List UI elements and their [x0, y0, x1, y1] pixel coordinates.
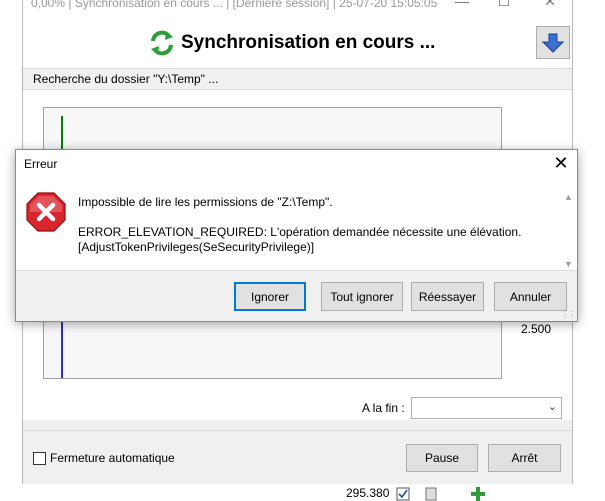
error-message-line1: Impossible de lire les permissions de "Z…: [78, 195, 333, 209]
maximize-button[interactable]: ☐: [489, 0, 519, 10]
chevron-down-icon: ⌄: [547, 401, 557, 413]
scroll-down-icon[interactable]: ▼: [564, 259, 573, 269]
error-message-line2: ERROR_ELEVATION_REQUIRED: L'opération de…: [78, 225, 522, 239]
file-icon: [425, 487, 437, 501]
underlying-window-strip: 295.380: [340, 484, 520, 501]
window-close-button[interactable]: ✕: [535, 0, 565, 10]
collapse-button[interactable]: [536, 26, 570, 59]
auto-close-label: Fermeture automatique: [50, 451, 175, 465]
graph-side-value: 2.500: [521, 322, 552, 336]
underlying-number: 295.380: [346, 486, 390, 500]
main-window-title: 0,00% | Synchronisation en cours ... | […: [31, 0, 438, 10]
error-dialog: Erreur ✕ Impossible de lire les permissi…: [15, 149, 578, 322]
cancel-button[interactable]: Annuler: [494, 282, 567, 311]
ignore-button[interactable]: Ignorer: [234, 282, 306, 311]
header-area: Synchronisation en cours ...: [23, 12, 572, 68]
arrow-down-icon: [542, 33, 564, 53]
status-text: Recherche du dossier "Y:\Temp" ...: [33, 72, 219, 86]
dialog-title: Erreur: [24, 157, 58, 171]
pause-button[interactable]: Pause: [406, 444, 478, 472]
auto-close-option[interactable]: Fermeture automatique: [33, 451, 175, 465]
resize-grip-icon[interactable]: ⋮⋮: [561, 310, 576, 319]
stop-button[interactable]: Arrêt: [488, 444, 561, 472]
header-title-text: Synchronisation en cours ...: [181, 32, 436, 53]
sync-arrows-icon: [151, 30, 173, 56]
checkbox-icon: [396, 487, 410, 501]
on-finish-select[interactable]: ⌄: [411, 397, 562, 419]
error-x-icon: [26, 192, 66, 232]
ignore-all-button[interactable]: Tout ignorer: [321, 282, 403, 311]
status-line: Recherche du dossier "Y:\Temp" ...: [23, 68, 572, 90]
main-titlebar: 0,00% | Synchronisation en cours ... | […: [23, 0, 572, 12]
bottom-bar: Fermeture automatique Pause Arrêt: [23, 430, 572, 484]
dialog-message-area: Impossible de lire les permissions de "Z…: [16, 178, 577, 271]
minimize-button[interactable]: —: [447, 0, 477, 10]
auto-close-checkbox[interactable]: [33, 451, 46, 465]
add-green-icon: [471, 487, 485, 501]
dialog-titlebar: Erreur ✕: [16, 150, 577, 178]
scroll-up-icon[interactable]: ▲: [564, 192, 573, 202]
on-finish-label: A la fin :: [362, 401, 405, 415]
header-title: Synchronisation en cours ...: [149, 30, 435, 56]
dialog-close-button[interactable]: ✕: [551, 153, 571, 173]
retry-button[interactable]: Réessayer: [411, 282, 484, 311]
message-scrollbar[interactable]: ▲ ▼: [563, 192, 575, 269]
error-message-line3: [AdjustTokenPrivileges(SeSecurityPrivile…: [78, 240, 315, 254]
